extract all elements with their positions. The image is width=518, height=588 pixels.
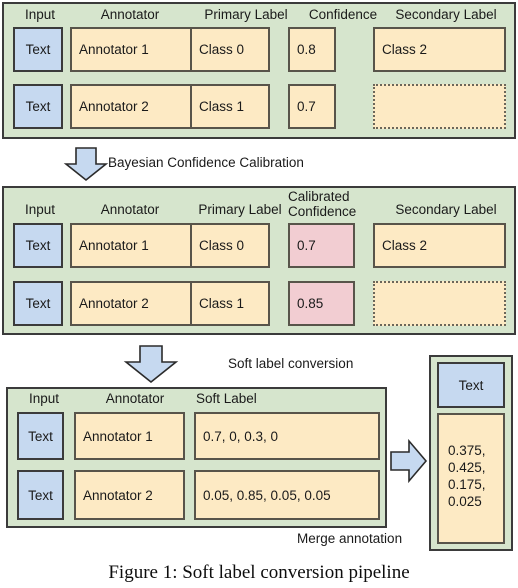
panel1-header-input: Input [24, 7, 56, 22]
down-arrow-icon-step2 [123, 345, 179, 384]
figure-diagram: Input Annotator Primary Label Confidence… [0, 0, 518, 588]
panel1-row2-confidence: 0.7 [288, 84, 336, 129]
panel3-row1-soft-label: 0.7, 0, 0.3, 0 [194, 412, 380, 460]
figure-caption: Figure 1: Soft label conversion pipeline [108, 562, 410, 583]
step1-label: Bayesian Confidence Calibration [108, 155, 304, 170]
panel2-row2-calibrated-confidence: 0.85 [288, 281, 355, 326]
panel1-row2-primary-label: Class 1 [190, 84, 270, 129]
panel1-row2-input: Text [13, 84, 63, 129]
panel2-row1-calibrated-confidence: 0.7 [288, 223, 355, 268]
panel2-row2-input: Text [13, 281, 63, 326]
panel1-header-confidence: Confidence [308, 7, 378, 22]
down-arrow-icon-step1 [63, 147, 109, 182]
panel3-row2-soft-label: 0.05, 0.85, 0.05, 0.05 [194, 470, 380, 520]
panel2-row2-primary-label: Class 1 [190, 281, 270, 326]
panel2-header-calibrated-confidence-line1: Calibrated [288, 189, 350, 204]
step2-label: Soft label conversion [228, 356, 354, 371]
panel3-header-soft-label: Soft Label [196, 391, 257, 406]
step3-label: Merge annotation [297, 531, 403, 546]
panel1-row1-annotator: Annotator 1 [70, 27, 192, 72]
panel2-header-calibrated-confidence-line2: Confidence [288, 204, 357, 219]
panel1-header-annotator: Annotator [100, 7, 160, 22]
panel2-row1-primary-label: Class 0 [190, 223, 270, 268]
panel2-row2-annotator: Annotator 2 [70, 281, 192, 326]
panel3-header-annotator: Annotator [105, 391, 165, 406]
panel2-header-input: Input [24, 202, 56, 217]
panel2-header-annotator: Annotator [100, 202, 160, 217]
panel2-header-secondary-label: Secondary Label [395, 202, 497, 217]
panel1-row1-primary-label: Class 0 [190, 27, 270, 72]
merged-soft-label-values: 0.375, 0.425, 0.175, 0.025 [437, 413, 505, 544]
panel1-row1-secondary-label: Class 2 [373, 27, 506, 72]
right-arrow-icon-step3 [390, 438, 428, 484]
panel1-row2-secondary-label-empty [373, 84, 506, 129]
panel1-header-secondary-label: Secondary Label [395, 7, 497, 22]
merged-input: Text [437, 362, 505, 408]
panel1-row2-annotator: Annotator 2 [70, 84, 192, 129]
panel3-row1-annotator: Annotator 1 [74, 412, 185, 460]
panel3-row2-input: Text [17, 470, 64, 520]
panel1-row1-input: Text [13, 27, 63, 72]
panel3-header-input: Input [28, 391, 60, 406]
panel2-row1-annotator: Annotator 1 [70, 223, 192, 268]
panel1-row1-confidence: 0.8 [288, 27, 336, 72]
panel3-row2-annotator: Annotator 2 [74, 470, 185, 520]
panel1-header-primary-label: Primary Label [204, 7, 288, 22]
panel2-row2-secondary-label-empty [373, 281, 506, 326]
panel2-row1-secondary-label: Class 2 [373, 223, 506, 268]
panel2-header-primary-label: Primary Label [198, 202, 282, 217]
panel2-row1-input: Text [13, 223, 63, 268]
panel3-row1-input: Text [17, 412, 64, 460]
